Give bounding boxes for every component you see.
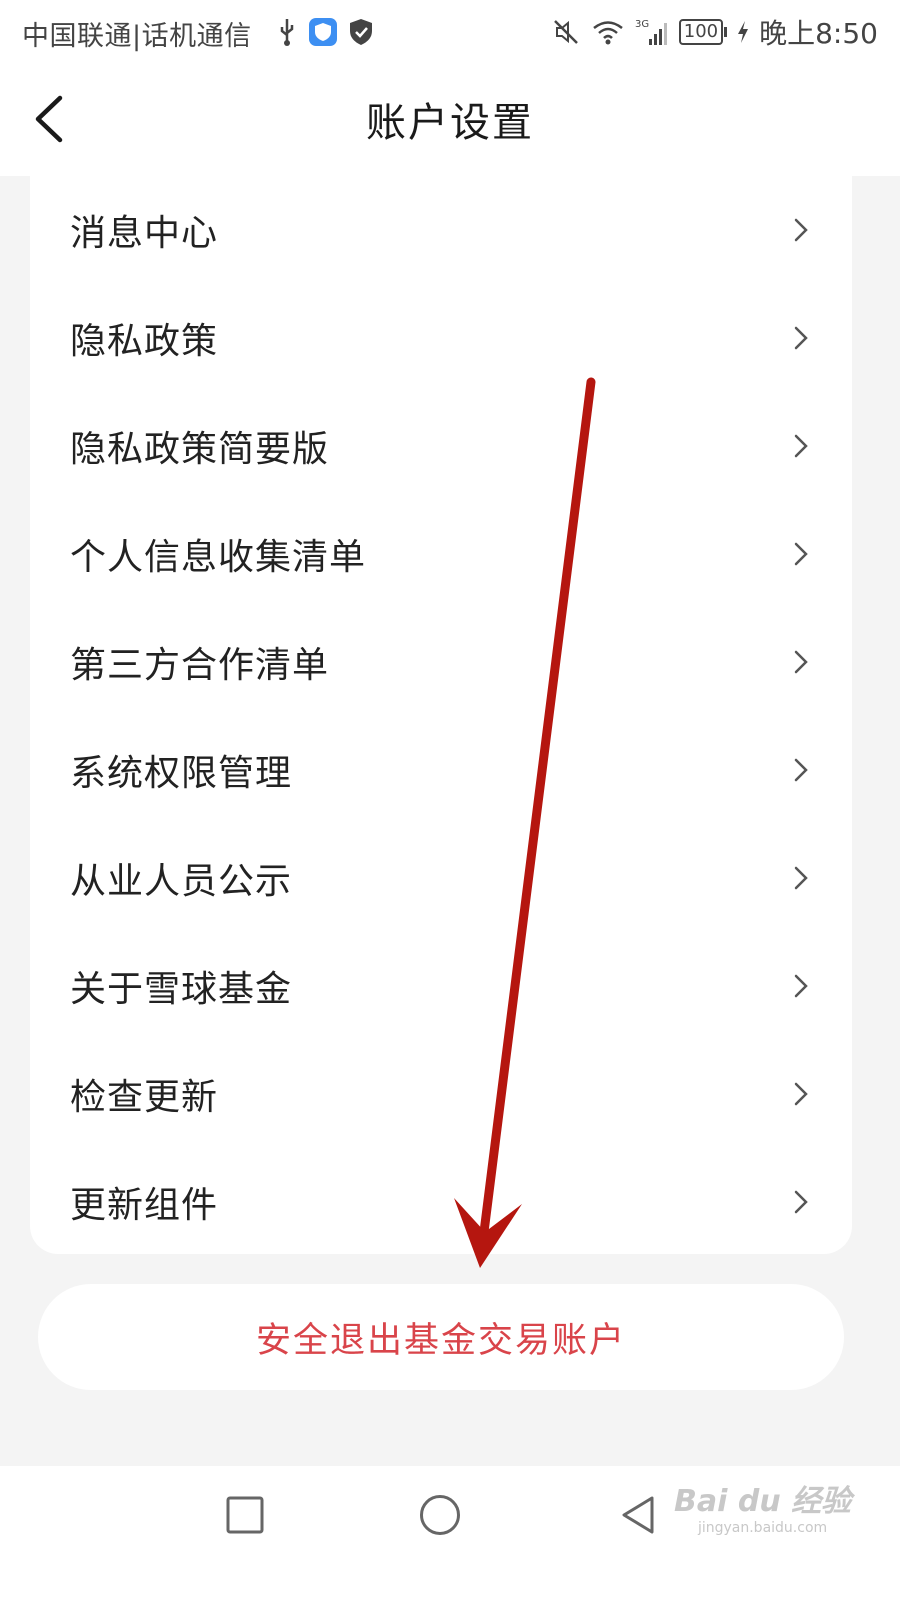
settings-list: 消息中心 隐私政策 隐私政策简要版 个人信息收集清单 第三方合作清单 系统权限管… <box>30 176 852 1254</box>
status-time: 晚上8:50 <box>759 17 878 50</box>
usb-icon <box>280 19 294 46</box>
list-item-personal-info-list[interactable]: 个人信息收集清单 <box>30 500 852 608</box>
chevron-right-icon <box>794 1190 808 1214</box>
back-triangle-icon[interactable] <box>618 1494 658 1536</box>
chevron-right-icon <box>794 974 808 998</box>
signal-3g-icon: 3G <box>635 19 667 45</box>
carrier-label: 中国联通|话机通信 <box>22 21 252 52</box>
chevron-right-icon <box>794 758 808 782</box>
chevron-right-icon <box>794 218 808 242</box>
home-circle-icon[interactable] <box>419 1494 461 1536</box>
list-item-label: 从业人员公示 <box>70 861 293 902</box>
chevron-right-icon <box>794 326 808 350</box>
status-bar: 中国联通|话机通信 3G 100 晚上8:50 <box>0 0 900 64</box>
system-nav-bar: Bai du 经验 jingyan.baidu.com <box>0 1466 900 1600</box>
list-item-message-center[interactable]: 消息中心 <box>30 176 852 284</box>
list-item-label: 第三方合作清单 <box>70 645 330 686</box>
watermark-main: Bai du 经验 <box>674 1484 852 1519</box>
list-item-label: 更新组件 <box>70 1185 219 1226</box>
list-item-about[interactable]: 关于雪球基金 <box>30 932 852 1040</box>
page-title: 账户设置 <box>366 100 534 146</box>
list-item-check-update[interactable]: 检查更新 <box>30 1040 852 1148</box>
list-item-system-permissions[interactable]: 系统权限管理 <box>30 716 852 824</box>
chevron-right-icon <box>794 434 808 458</box>
list-item-label: 隐私政策 <box>70 321 219 362</box>
shield-app-icon <box>309 18 337 46</box>
list-item-label: 关于雪球基金 <box>70 969 293 1010</box>
chevron-right-icon <box>794 1082 808 1106</box>
charging-icon <box>738 21 749 43</box>
nav-bar: 账户设置 <box>0 64 900 176</box>
watermark-sub: jingyan.baidu.com <box>697 1520 828 1536</box>
list-item-label: 消息中心 <box>70 213 219 254</box>
chevron-right-icon <box>794 650 808 674</box>
mute-icon <box>553 20 578 44</box>
list-item-label: 隐私政策简要版 <box>70 429 330 470</box>
verified-shield-icon <box>350 19 372 45</box>
list-item-label: 检查更新 <box>70 1077 219 1118</box>
list-item-privacy-policy[interactable]: 隐私政策 <box>30 284 852 392</box>
list-item-privacy-summary[interactable]: 隐私政策简要版 <box>30 392 852 500</box>
battery-icon: 100 <box>678 19 728 45</box>
logout-button[interactable]: 安全退出基金交易账户 <box>38 1284 844 1390</box>
wifi-icon <box>592 21 623 45</box>
list-item-staff-disclosure[interactable]: 从业人员公示 <box>30 824 852 932</box>
chevron-right-icon <box>794 866 808 890</box>
list-item-third-party-list[interactable]: 第三方合作清单 <box>30 608 852 716</box>
watermark: Bai du 经验 jingyan.baidu.com <box>674 1476 851 1536</box>
list-item-label: 个人信息收集清单 <box>70 537 367 578</box>
list-item-update-components[interactable]: 更新组件 <box>30 1148 852 1256</box>
list-item-label: 系统权限管理 <box>70 753 293 794</box>
logout-label: 安全退出基金交易账户 <box>255 1320 626 1361</box>
svg-text:3G: 3G <box>635 19 649 30</box>
chevron-right-icon <box>794 542 808 566</box>
recents-square-icon[interactable] <box>226 1496 264 1534</box>
